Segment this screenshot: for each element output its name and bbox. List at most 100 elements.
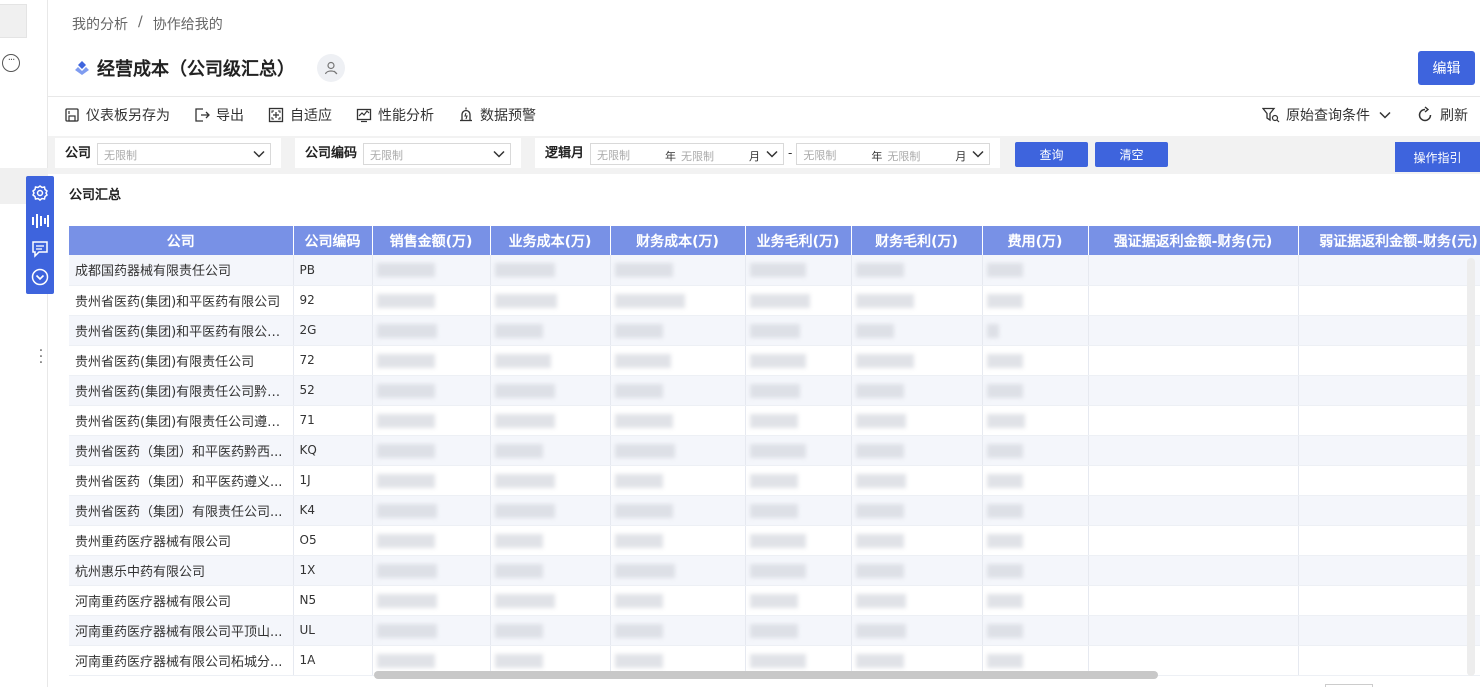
obscured-value-cell [982, 405, 1089, 436]
drag-handle-icon[interactable]: · · · [38, 344, 44, 370]
edit-button[interactable]: 编辑 [1418, 51, 1475, 85]
company-code-select[interactable]: 无限制 [363, 143, 512, 165]
redacted-value [749, 653, 806, 668]
save-as-button[interactable]: 仪表板另存为 [64, 105, 170, 125]
redacted-value [376, 533, 435, 548]
export-icon [195, 108, 210, 122]
obscured-value-cell [1088, 255, 1299, 286]
table-row[interactable]: 贵州省医药(集团)有限责任公司 72 [69, 345, 1480, 376]
month-range-separator: - [788, 146, 793, 160]
column-header[interactable]: 费用(万) [982, 226, 1089, 255]
table-row[interactable]: 贵州省医药(集团)有限责任公司遵义... 71 [69, 405, 1480, 436]
table-row[interactable]: 贵州省医药(集团)和平医药有限公司 92 [69, 285, 1480, 316]
column-header[interactable]: 财务成本(万) [610, 226, 746, 255]
to-year-suffix: 年 [871, 150, 883, 163]
obscured-value-cell [490, 255, 611, 286]
company-code-cell: K4 [293, 495, 373, 526]
fit-icon [268, 107, 284, 123]
obscured-value-cell [610, 585, 746, 616]
from-month-value: 无限制 [681, 150, 715, 163]
table-row[interactable]: 杭州惠乐中药有限公司 1X [69, 555, 1480, 586]
table-row[interactable]: 河南重药医疗器械有限公司平顶山... UL [69, 615, 1480, 646]
obscured-value-cell [1088, 315, 1299, 346]
obscured-value-cell [1088, 375, 1299, 406]
obscured-value-cell [490, 615, 611, 646]
table-row[interactable]: 贵州省医药(集团)和平医药有限公司... 2G [69, 315, 1480, 346]
obscured-value-cell [1088, 435, 1299, 466]
refresh-button[interactable]: 刷新 [1416, 105, 1468, 125]
obscured-value-cell [610, 555, 746, 586]
table-row[interactable]: 河南重药医疗器械有限公司 N5 [69, 585, 1480, 616]
table-row[interactable]: 贵州省医药(集团)有限责任公司黔东... 52 [69, 375, 1480, 406]
from-year-value: 无限制 [597, 149, 631, 162]
company-cell: 贵州省医药（集团）有限责任公司... [69, 495, 294, 526]
breadcrumb-item-shared[interactable]: 协作给我的 [153, 14, 223, 34]
table-row[interactable]: 成都国药器械有限责任公司 PB [69, 255, 1480, 286]
toolbar-right: 原始查询条件 刷新 [1262, 104, 1468, 126]
obscured-value-cell [982, 315, 1089, 346]
dashboard-diamond-icon [75, 61, 89, 75]
company-code-cell: 72 [293, 345, 373, 376]
redacted-value [986, 653, 1023, 668]
redacted-value [494, 623, 543, 638]
redacted-value [614, 533, 663, 548]
waveform-icon[interactable] [31, 212, 49, 230]
obscured-value-cell [610, 525, 746, 556]
redacted-value [494, 563, 543, 578]
chevron-circle-down-icon[interactable] [31, 268, 49, 286]
company-cell: 贵州省医药(集团)有限责任公司 [69, 345, 294, 376]
comment-icon[interactable] [31, 240, 49, 258]
horizontal-scrollbar[interactable] [374, 671, 1158, 679]
more-icon[interactable]: ··· [2, 54, 20, 72]
company-select[interactable]: 无限制 [97, 143, 272, 165]
obscured-value-cell [982, 255, 1089, 286]
guide-button[interactable]: 操作指引 [1395, 142, 1480, 172]
nav-collapse-tab[interactable] [0, 4, 27, 38]
from-month-select[interactable]: 无限制 年 无限制 月 [590, 143, 785, 165]
fit-button[interactable]: 自适应 [268, 105, 332, 125]
redacted-value [614, 443, 675, 458]
settings-icon[interactable] [31, 184, 49, 202]
redacted-value [376, 443, 435, 458]
company-cell: 河南重药医疗器械有限公司 [69, 585, 294, 616]
column-header[interactable]: 销售金额(万) [372, 226, 491, 255]
column-header[interactable]: 弱证据返利金额-财务(元) [1298, 226, 1480, 255]
collaborator-button[interactable] [317, 54, 345, 82]
breadcrumb-item-my-analysis[interactable]: 我的分析 [72, 14, 128, 34]
column-header[interactable]: 公司编码 [293, 226, 373, 255]
to-month-value: 无限制 [887, 150, 921, 163]
redacted-value [749, 533, 806, 548]
redacted-value [855, 413, 906, 428]
to-year-value: 无限制 [803, 149, 837, 162]
redacted-value [614, 473, 663, 488]
query-conditions-dropdown[interactable]: 原始查询条件 [1262, 105, 1398, 125]
obscured-value-cell [1298, 405, 1480, 436]
vertical-scrollbar[interactable] [1467, 258, 1475, 676]
table-row[interactable]: 贵州省医药（集团）和平医药遵义... 1J [69, 465, 1480, 496]
redacted-value [749, 473, 798, 488]
column-header[interactable]: 公司 [69, 226, 294, 255]
performance-button[interactable]: 性能分析 [356, 105, 434, 125]
save-as-label: 仪表板另存为 [86, 108, 170, 124]
redacted-value [855, 563, 904, 578]
query-button[interactable]: 查询 [1015, 142, 1088, 167]
company-filter: 公司 无限制 [55, 138, 281, 168]
redacted-value [986, 263, 1023, 277]
alarm-button[interactable]: 数据预警 [458, 105, 536, 125]
table-row[interactable]: 贵州重药医疗器械有限公司 O5 [69, 525, 1480, 556]
column-header[interactable]: 财务毛利(万) [851, 226, 983, 255]
column-header[interactable]: 业务毛利(万) [745, 226, 852, 255]
table-row[interactable]: 贵州省医药（集团）有限责任公司... K4 [69, 495, 1480, 526]
company-code-cell: 52 [293, 375, 373, 406]
table-row[interactable]: 贵州省医药（集团）和平医药黔西... KQ [69, 435, 1480, 466]
redacted-value [376, 593, 437, 608]
column-header[interactable]: 强证据返利金额-财务(元) [1088, 226, 1299, 255]
to-month-select[interactable]: 无限制 年 无限制 月 [796, 143, 991, 165]
to-month-suffix: 月 [955, 150, 967, 163]
clear-button[interactable]: 清空 [1095, 142, 1168, 167]
obscured-value-cell [982, 435, 1089, 466]
company-cell: 贵州省医药（集团）和平医药遵义... [69, 465, 294, 496]
obscured-value-cell [851, 465, 983, 496]
export-button[interactable]: 导出 [194, 105, 244, 125]
column-header[interactable]: 业务成本(万) [490, 226, 611, 255]
